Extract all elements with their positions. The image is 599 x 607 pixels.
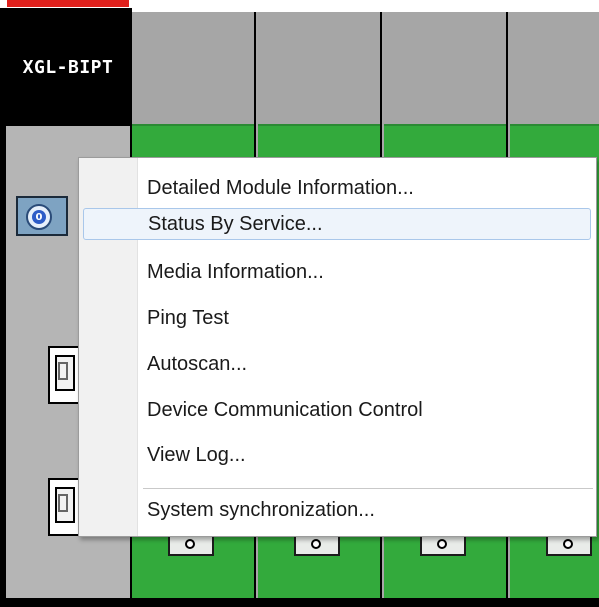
terminal-connector-icon [168,534,214,556]
connector-pin [311,539,321,549]
menu-item-autoscan[interactable]: Autoscan... [83,348,591,380]
slot-header [258,12,380,124]
menu-item-view-log[interactable]: View Log... [83,439,591,471]
module-name-label: XGL-BIPT [6,8,130,126]
terminal-connector-icon [420,534,466,556]
rack-bottom-edge [0,598,599,607]
menu-item-detailed-module-information[interactable]: Detailed Module Information... [83,172,591,204]
rotary-switch-value: 0 [32,210,46,224]
rotary-switch-icon[interactable]: 0 [16,196,68,236]
slot-header [132,12,254,124]
menu-item-system-synchronization[interactable]: System synchronization... [83,494,591,526]
selected-module-indicator [7,0,129,7]
slot-body-edge [384,124,506,126]
connector-pin [437,539,447,549]
slot-body-edge [258,124,380,126]
menu-item-media-information[interactable]: Media Information... [83,256,591,288]
slot-header [510,12,599,124]
terminal-connector-icon [546,534,592,556]
menu-item-ping-test[interactable]: Ping Test [83,302,591,334]
context-menu: Detailed Module Information... Status By… [78,157,597,537]
menu-separator [143,488,593,489]
slot-body-edge [510,124,599,126]
slot-header [384,12,506,124]
connector-pin [185,539,195,549]
slot-body-edge [132,124,254,126]
menu-item-device-communication-control[interactable]: Device Communication Control [83,394,591,426]
terminal-connector-icon [294,534,340,556]
menu-item-status-by-service[interactable]: Status By Service... [83,208,591,240]
connector-pin [563,539,573,549]
rotary-switch-knob: 0 [26,204,52,230]
